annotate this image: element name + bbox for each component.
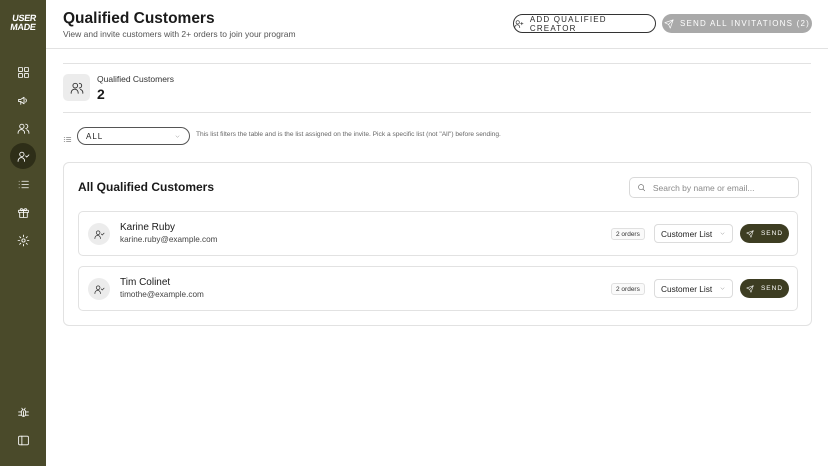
brand-logo[interactable]: USER MADE [6, 13, 40, 40]
nav-lists[interactable] [12, 173, 34, 195]
nav-creators[interactable] [12, 117, 34, 139]
list-filter-value: ALL [86, 131, 104, 141]
nav-settings[interactable] [12, 229, 34, 251]
card-title: All Qualified Customers [78, 180, 215, 194]
chevron-down-icon [720, 287, 725, 290]
user-check-icon [17, 151, 29, 162]
avatar [88, 223, 110, 245]
header-divider [46, 48, 828, 49]
send-icon [746, 229, 754, 238]
nav-report-bug[interactable] [12, 401, 34, 423]
avatar [88, 278, 110, 300]
send-invite-button[interactable]: SEND [740, 279, 789, 298]
customer-row: Tim Colinet timothe@example.com 2 orders… [78, 266, 798, 311]
grid-icon [17, 66, 29, 78]
nav-campaigns[interactable] [12, 89, 34, 111]
add-qualified-creator-button[interactable]: ADD QUALIFIED CREATOR [513, 14, 656, 33]
stat-divider-top [63, 63, 811, 64]
page-subtitle: View and invite customers with 2+ orders… [63, 29, 296, 39]
user-check-icon [94, 229, 104, 239]
bug-icon [17, 407, 29, 417]
sidebar: USER MADE [0, 0, 46, 466]
logo-line-2: MADE [9, 22, 37, 32]
customer-name: Tim Colinet [120, 277, 171, 288]
user-check-icon [94, 284, 104, 294]
send-all-invitations-label: SEND ALL INVITATIONS (2) [679, 19, 810, 28]
orders-badge: 2 orders [611, 283, 645, 295]
list-icon [18, 180, 29, 188]
send-invite-label: SEND [760, 285, 784, 292]
user-plus-icon [514, 19, 524, 28]
customer-list-select[interactable]: Customer List [654, 279, 733, 298]
send-invite-button[interactable]: SEND [740, 224, 789, 243]
nav-qualified-customers[interactable] [12, 145, 34, 167]
send-all-invitations-button[interactable]: SEND ALL INVITATIONS (2) [662, 14, 812, 33]
add-qualified-creator-label: ADD QUALIFIED CREATOR [529, 14, 607, 33]
send-invite-label: SEND [760, 230, 784, 237]
customer-row: Karine Ruby karine.ruby@example.com 2 or… [78, 211, 798, 256]
stat-label: Qualified Customers [97, 74, 175, 84]
customer-email: timothe@example.com [120, 290, 204, 299]
search-icon [638, 184, 646, 192]
search-box[interactable] [629, 177, 799, 198]
megaphone-icon [17, 96, 27, 105]
chevron-down-icon [175, 134, 180, 138]
sidebar-toggle-icon [17, 435, 29, 445]
list-filter-select[interactable]: ALL [77, 127, 190, 145]
send-icon [746, 284, 754, 293]
customer-name: Karine Ruby [120, 222, 176, 233]
customer-list-value: Customer List [661, 283, 713, 294]
qualified-customers-card: All Qualified Customers Karine Ruby kari… [63, 162, 812, 326]
list-filter-icon [63, 131, 72, 143]
nav-dashboard[interactable] [12, 61, 34, 83]
customer-email: karine.ruby@example.com [120, 235, 218, 244]
page-title: Qualified Customers [63, 10, 215, 27]
customer-list-select[interactable]: Customer List [654, 224, 733, 243]
users-icon [70, 82, 83, 94]
nav-collapse-sidebar[interactable] [12, 429, 34, 451]
send-icon [664, 19, 674, 28]
users-icon [17, 123, 29, 134]
filter-help-text: This list filters the table and is the l… [196, 131, 501, 138]
customer-list-value: Customer List [661, 228, 713, 239]
chevron-down-icon [720, 232, 725, 235]
main-content: Qualified Customers View and invite cust… [46, 0, 828, 466]
stat-divider-bottom [63, 112, 811, 113]
gift-icon [17, 207, 29, 218]
stat-value: 2 [97, 86, 105, 102]
orders-badge: 2 orders [611, 228, 645, 240]
nav-rewards[interactable] [12, 201, 34, 223]
settings-icon [17, 234, 29, 246]
stat-icon-box [63, 74, 90, 101]
search-input[interactable] [652, 182, 791, 193]
